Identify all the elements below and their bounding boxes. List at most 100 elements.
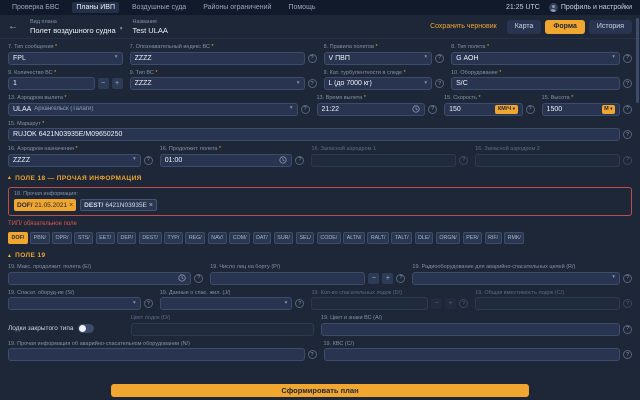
- decrement-button[interactable]: −: [368, 273, 379, 284]
- f18-key-typ[interactable]: TYP/: [164, 232, 183, 244]
- help-icon[interactable]: ?: [308, 79, 317, 88]
- help-icon[interactable]: ?: [623, 130, 632, 139]
- life-jackets-select[interactable]: ▾: [160, 297, 293, 310]
- aircraft-color-marks-input[interactable]: [321, 323, 620, 336]
- help-icon[interactable]: ?: [144, 299, 153, 308]
- departure-time-input[interactable]: 21:22: [317, 103, 426, 116]
- f18-key-per[interactable]: PER/: [463, 232, 482, 244]
- f18-key-pbn[interactable]: PBN/: [30, 232, 49, 244]
- save-draft-link[interactable]: Сохранить черновик: [430, 23, 497, 30]
- f18-tag-dof[interactable]: DOF/ 21.05.2021 ×: [14, 199, 76, 211]
- f18-key-sts[interactable]: STS/: [74, 232, 93, 244]
- departure-aerodrome-select[interactable]: ULAA Архангельск (Талаги) ▾: [8, 103, 298, 116]
- help-icon[interactable]: ?: [295, 299, 304, 308]
- increment-button[interactable]: +: [112, 78, 123, 89]
- help-icon[interactable]: ?: [623, 350, 632, 359]
- f18-key-com[interactable]: COM/: [229, 232, 250, 244]
- increment-button[interactable]: +: [382, 273, 393, 284]
- equipment-input[interactable]: S/C: [451, 77, 620, 90]
- plan-name-field[interactable]: Название Test ULAA: [132, 19, 167, 35]
- level-input[interactable]: 1500 М ▾: [542, 103, 620, 116]
- history-view-button[interactable]: История: [589, 20, 632, 34]
- help-icon[interactable]: ?: [623, 105, 632, 114]
- section-field19-header[interactable]: ▴ ПОЛЕ 19: [8, 252, 632, 259]
- persons-on-board-input[interactable]: [210, 272, 365, 285]
- help-icon[interactable]: ?: [623, 299, 632, 308]
- f18-key-orgn[interactable]: ORGN/: [436, 232, 460, 244]
- section-field18-header[interactable]: ▴ ПОЛЕ 18 — ПРОЧАЯ ИНФОРМАЦИЯ: [8, 175, 632, 182]
- f18-key-dat[interactable]: DAT/: [253, 232, 272, 244]
- help-icon[interactable]: ?: [301, 105, 310, 114]
- flight-rules-select[interactable]: V ПВП ▾: [324, 52, 433, 65]
- f18-key-talt[interactable]: TALT/: [391, 232, 412, 244]
- help-icon[interactable]: ?: [308, 350, 317, 359]
- plan-type-field[interactable]: Вид плана Полет воздушного судна ▾: [30, 19, 122, 35]
- menu-item-aircraft[interactable]: Воздушные суда: [128, 2, 190, 13]
- f18-key-code[interactable]: CODE/: [317, 232, 341, 244]
- back-arrow-icon[interactable]: ←: [8, 21, 20, 32]
- pilot-in-command-input[interactable]: [324, 348, 621, 361]
- wake-category-select[interactable]: L (до 7000 кг) ▾: [324, 77, 433, 90]
- menu-item-bvs-check[interactable]: Проверка БВС: [8, 2, 63, 13]
- f18-key-reg[interactable]: REG/: [185, 232, 205, 244]
- other-info-input[interactable]: 18. Прочая информация: DOF/ 21.05.2021 ×…: [8, 187, 632, 217]
- decrement-button[interactable]: −: [98, 78, 109, 89]
- emergency-remarks-input[interactable]: [8, 348, 305, 361]
- help-icon[interactable]: ?: [194, 274, 203, 283]
- f18-key-dle[interactable]: DLE/: [415, 232, 434, 244]
- help-icon[interactable]: ?: [396, 274, 405, 283]
- help-icon[interactable]: ?: [435, 54, 444, 63]
- flight-type-select[interactable]: G АОН ▾: [451, 52, 620, 65]
- menu-item-help[interactable]: Помощь: [284, 2, 319, 13]
- f18-key-sur[interactable]: SUR/: [274, 232, 294, 244]
- generate-plan-button[interactable]: Сформировать план: [111, 384, 529, 397]
- f18-key-nav[interactable]: NAV/: [208, 232, 227, 244]
- speed-input[interactable]: 150 КМ/Ч ▾: [444, 103, 522, 116]
- aircraft-id-input[interactable]: ZZZZ: [130, 52, 305, 65]
- destination-aerodrome-select[interactable]: ZZZZ ▾: [8, 154, 141, 167]
- level-unit-select[interactable]: М ▾: [602, 105, 615, 114]
- f18-tag-dest[interactable]: DEST/ 6421N03935E ×: [80, 199, 157, 211]
- help-icon[interactable]: ?: [623, 274, 632, 283]
- help-icon[interactable]: ?: [308, 54, 317, 63]
- help-icon[interactable]: ?: [526, 105, 535, 114]
- close-icon[interactable]: ×: [69, 202, 73, 209]
- menu-item-restriction-areas[interactable]: Районы ограничений: [199, 2, 275, 13]
- message-type-select[interactable]: FPL ▾: [8, 52, 123, 65]
- aircraft-type-select[interactable]: ZZZZ ▾: [130, 77, 305, 90]
- f18-key-altn[interactable]: ALTN/: [343, 232, 365, 244]
- max-endurance-input[interactable]: [8, 272, 191, 285]
- route-input[interactable]: RUJOK 6421N03935E/M09650250: [8, 128, 620, 141]
- help-icon[interactable]: ?: [428, 105, 437, 114]
- survival-equipment-select[interactable]: ▾: [8, 297, 141, 310]
- f18-key-eet[interactable]: EET/: [96, 232, 115, 244]
- flight-duration-input[interactable]: 01:00: [160, 154, 293, 167]
- help-icon[interactable]: ?: [295, 156, 304, 165]
- help-icon[interactable]: ?: [459, 299, 468, 308]
- help-icon[interactable]: ?: [459, 156, 468, 165]
- f18-key-opr[interactable]: OPR/: [52, 232, 72, 244]
- f18-key-ralt[interactable]: RALT/: [367, 232, 389, 244]
- f18-key-sel[interactable]: SEL/: [296, 232, 314, 244]
- dinghies-covered-toggle[interactable]: [78, 324, 94, 333]
- vertical-scrollbar[interactable]: [636, 18, 639, 103]
- help-icon[interactable]: ?: [144, 156, 153, 165]
- f18-key-rmk[interactable]: RMK/: [504, 232, 524, 244]
- f18-key-dof[interactable]: DOF/: [8, 232, 28, 244]
- aircraft-count-input[interactable]: 1: [8, 77, 95, 90]
- help-icon[interactable]: ?: [623, 156, 632, 165]
- speed-unit-select[interactable]: КМ/Ч ▾: [495, 105, 517, 114]
- f18-key-dest[interactable]: DEST/: [139, 232, 162, 244]
- close-icon[interactable]: ×: [149, 202, 153, 209]
- help-icon[interactable]: ?: [623, 79, 632, 88]
- profile-button[interactable]: Профиль и настройки: [549, 3, 632, 12]
- f18-key-rif[interactable]: RIF/: [485, 232, 502, 244]
- f18-key-dep[interactable]: DEP/: [117, 232, 136, 244]
- map-view-button[interactable]: Карта: [507, 20, 542, 34]
- help-icon[interactable]: ?: [623, 54, 632, 63]
- help-icon[interactable]: ?: [623, 325, 632, 334]
- menu-item-flight-plans[interactable]: Планы ИВП: [72, 2, 119, 13]
- form-view-button[interactable]: Форма: [545, 20, 584, 34]
- emergency-radio-select[interactable]: ▾: [412, 272, 620, 285]
- help-icon[interactable]: ?: [435, 79, 444, 88]
